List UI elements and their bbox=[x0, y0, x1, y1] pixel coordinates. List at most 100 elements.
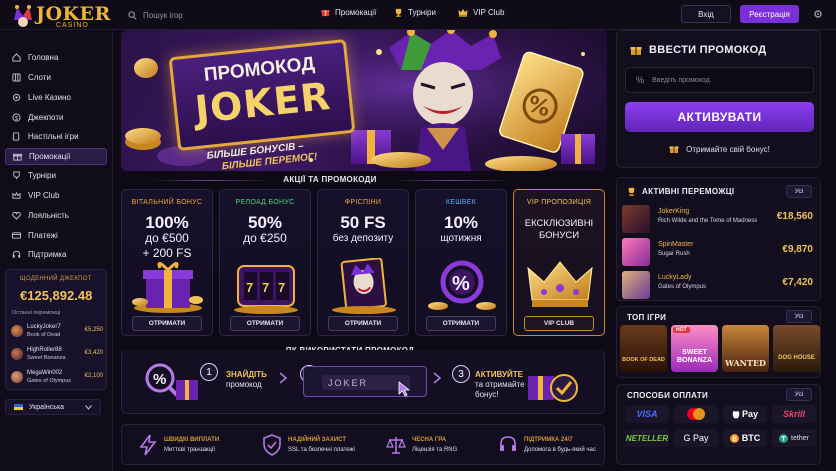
game-thumbnail bbox=[622, 238, 650, 266]
gift-icon bbox=[669, 146, 679, 153]
winner-row[interactable]: SpinMaster Sugar Rush €9,870 bbox=[622, 236, 817, 268]
winner-name: SpinMaster bbox=[658, 241, 694, 248]
nav-tournaments[interactable]: Турніри bbox=[394, 8, 436, 17]
sidebar-item-home[interactable]: Головна bbox=[5, 49, 107, 66]
game-title: WANTED bbox=[725, 358, 766, 368]
offer-card-vip: VIP ПРОПОЗИЦІЯ ЕКСКЛЮЗИВНІ БОНУСИ VIP CL… bbox=[513, 189, 605, 336]
game-thumbnail bbox=[622, 271, 650, 299]
payments-all-button[interactable]: Усі bbox=[786, 388, 812, 401]
top-header: JOKER CASINO Пошук ігор Промокації Турні… bbox=[0, 0, 836, 30]
offer-category: VIP ПРОПОЗИЦІЯ bbox=[526, 199, 592, 206]
language-selector[interactable]: Українська bbox=[5, 399, 101, 415]
winner-amount: €2,100 bbox=[84, 373, 103, 379]
winner-amount: €18,560 bbox=[776, 211, 813, 222]
bitcoin-icon: B bbox=[729, 433, 739, 443]
bitcoin-logo[interactable]: B BTC bbox=[723, 429, 767, 447]
visa-logo[interactable]: VISA bbox=[625, 405, 669, 423]
hero-banner[interactable]: % ПРОМОКОД JOKER БІЛЬШЕ БОНУСІВ – БІЛЬШЕ… bbox=[121, 30, 607, 171]
game-tile-sweet-bonanza[interactable]: HOT SWEET BONANZA bbox=[671, 325, 718, 372]
percent-icon: % bbox=[636, 75, 645, 85]
sidebar-item-live[interactable]: Live Казино bbox=[5, 89, 107, 106]
login-button[interactable]: Вхід bbox=[681, 5, 731, 23]
offer-card-reload: РЕЛОАД БОНУС 50% до €250 777 ОТРИМАТИ bbox=[219, 189, 311, 336]
winners-header: АКТИВНІ ПЕРЕМОЖЦІ bbox=[627, 187, 734, 196]
promo-panel-header: ВВЕСТИ ПРОМОКОД bbox=[630, 44, 766, 56]
winners-all-button[interactable]: Усі bbox=[786, 185, 812, 198]
offer-claim-button[interactable]: ОТРИМАТИ bbox=[132, 316, 202, 331]
activate-button[interactable]: АКТИВУВАТИ bbox=[625, 102, 814, 132]
support-icon bbox=[12, 250, 21, 258]
top-games-all-button[interactable]: Усі bbox=[786, 310, 812, 323]
crown-icon bbox=[458, 9, 468, 17]
google-pay-logo[interactable]: G Pay bbox=[674, 429, 718, 447]
winner-name: HighRoller88 bbox=[27, 347, 62, 353]
language-label: Українська bbox=[29, 403, 65, 411]
promo-code-input[interactable]: % Введіть промокод bbox=[625, 67, 814, 93]
trophy-icon bbox=[395, 8, 402, 17]
svg-text:7: 7 bbox=[262, 280, 269, 295]
promo-code-panel: ВВЕСТИ ПРОМОКОД % Введіть промокод АКТИВ… bbox=[616, 30, 821, 168]
promo-code-placeholder: Введіть промокод bbox=[652, 76, 710, 84]
offer-headline: 10% bbox=[443, 213, 479, 232]
sidebar-item-jackpots[interactable]: $ Джекпоти bbox=[5, 109, 107, 126]
sidebar-item-promotions[interactable]: Промокації bbox=[5, 148, 107, 165]
sidebar-item-table-games[interactable]: Настільні ігри bbox=[5, 128, 107, 145]
step-3-text: АКТИВУЙТЕ та отримайте бонус! bbox=[475, 370, 533, 400]
offer-claim-button[interactable]: ОТРИМАТИ bbox=[230, 316, 300, 331]
offer-line2: до €500 bbox=[145, 231, 189, 245]
game-tile-dog-house[interactable]: DOG HOUSE bbox=[773, 325, 820, 372]
feature-title: ЧЕСНА ГРА bbox=[412, 437, 447, 443]
search-placeholder: Пошук ігор bbox=[143, 10, 183, 20]
loyalty-icon bbox=[12, 211, 21, 220]
skrill-logo[interactable]: Skrill bbox=[772, 405, 816, 423]
cashback-icon: % bbox=[428, 260, 496, 310]
winner-game: Sweet Bonanza bbox=[27, 355, 66, 361]
logo[interactable]: JOKER CASINO bbox=[8, 2, 110, 30]
register-button[interactable]: Реєстрація bbox=[740, 5, 799, 23]
offer-card-cashback: КЕШБЕК 10% щотижня % ОТРИМАТИ bbox=[415, 189, 507, 336]
jackpot-icon: $ bbox=[12, 113, 21, 122]
apple-icon bbox=[732, 411, 740, 419]
settings-button[interactable] bbox=[808, 5, 828, 23]
offer-headline: 100% bbox=[145, 213, 189, 232]
tether-icon bbox=[779, 433, 789, 443]
jackpot-winner-row: MegaWin002 Gates of Olympus €2,100 bbox=[11, 369, 103, 387]
live-icon bbox=[12, 93, 21, 102]
card-icon bbox=[12, 232, 21, 239]
apple-pay-logo[interactable]: Pay bbox=[723, 405, 767, 423]
offer-claim-button[interactable]: ОТРИМАТИ bbox=[426, 316, 496, 331]
payments-title: СПОСОБИ ОПЛАТИ bbox=[627, 391, 709, 400]
sidebar-item-slots[interactable]: Слоти bbox=[5, 69, 107, 86]
offers-title: АКЦІЇ ТА ПРОМОКОДИ bbox=[283, 175, 377, 184]
sidebar-item-label: Джекпоти bbox=[28, 113, 64, 122]
winner-game: Gates of Olympus bbox=[658, 284, 707, 290]
feature-subtitle: SSL та безпечні платежі bbox=[288, 447, 355, 453]
neteller-logo[interactable]: NETELLER bbox=[625, 429, 669, 447]
sidebar-item-payments[interactable]: Платежі bbox=[5, 227, 107, 244]
svg-text:%: % bbox=[452, 273, 470, 295]
sidebar-item-support[interactable]: Підтримка bbox=[5, 246, 107, 263]
nav-vip[interactable]: VIP Club bbox=[458, 8, 504, 17]
sidebar-item-loyalty[interactable]: Лояльність bbox=[5, 207, 107, 224]
chevron-right-icon bbox=[279, 372, 288, 384]
promo-code-sign: ПРОМОКОД JOKER bbox=[168, 38, 356, 152]
get-bonus-note: Отримайте свій бонус! bbox=[625, 144, 814, 154]
winner-name: LuckyLady bbox=[658, 274, 692, 281]
winner-game: Rich Wilde and the Tome of Madness bbox=[658, 218, 758, 224]
sidebar-item-tournaments[interactable]: Турніри bbox=[5, 167, 107, 184]
vip-club-button[interactable]: VIP CLUB bbox=[524, 316, 594, 331]
search-bar[interactable]: Пошук ігор bbox=[128, 6, 288, 24]
game-tile-wanted[interactable]: WANTED bbox=[722, 325, 769, 372]
game-tile-book-of-dead[interactable]: BOOK OF DEAD bbox=[620, 325, 667, 372]
winner-row[interactable]: JokerKing Rich Wilde and the Tome of Mad… bbox=[622, 203, 817, 235]
recent-winners-label: Останні переможці bbox=[12, 310, 61, 316]
winner-row[interactable]: LuckyLady Gates of Olympus €7,420 bbox=[622, 269, 817, 301]
mastercard-logo[interactable] bbox=[674, 405, 718, 423]
table-games-icon bbox=[12, 132, 20, 141]
sidebar-item-label: Промокації bbox=[29, 152, 71, 161]
nav-promotions[interactable]: Промокації bbox=[321, 8, 376, 17]
scales-icon bbox=[386, 437, 406, 454]
tether-logo[interactable]: tether bbox=[772, 429, 816, 447]
offer-claim-button[interactable]: ОТРИМАТИ bbox=[328, 316, 398, 331]
sidebar-item-vip[interactable]: VIP Club bbox=[5, 187, 107, 204]
